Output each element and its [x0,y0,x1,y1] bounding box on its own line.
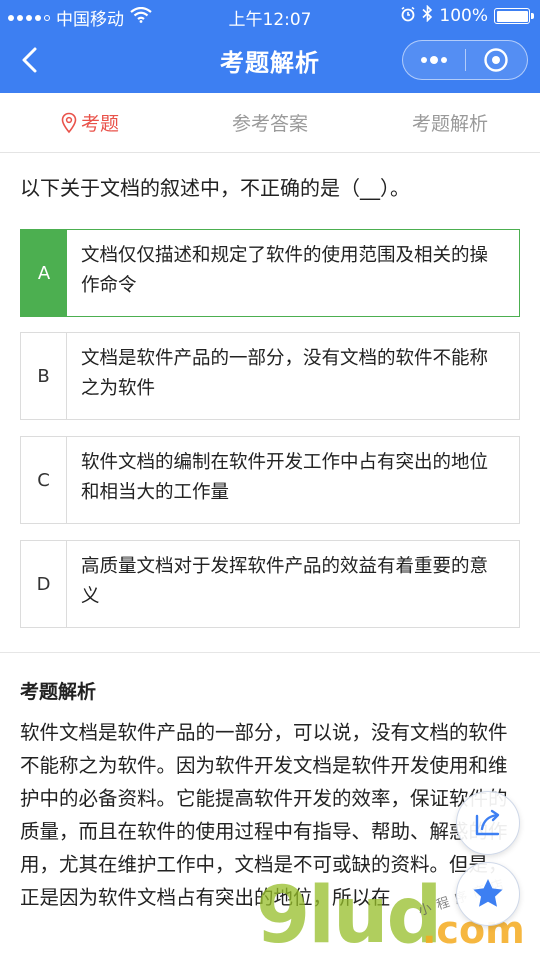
tab-question-label: 考题 [80,113,119,135]
more-button[interactable] [403,41,465,79]
target-icon [484,48,508,72]
tab-question[interactable]: 考题 [0,93,180,152]
option-text: 文档是软件产品的一部分，没有文档的软件不能称之为软件 [81,348,489,399]
analysis-body: 软件文档是软件产品的一部分，可以说，没有文档的软件不能称之为软件。因为软件开发文… [20,721,508,909]
option-letter: D [21,541,67,627]
option-letter: C [21,437,67,523]
section-divider [0,652,540,653]
share-button[interactable] [456,791,520,855]
tab-analysis[interactable]: 考题解析 [360,93,540,152]
location-pin-icon [61,112,77,133]
status-right: 100% [400,4,534,27]
option-b[interactable]: B 文档是软件产品的一部分，没有文档的软件不能称之为软件 [20,332,520,420]
option-text: 文档仅仅描述和规定了软件的使用范围及相关的操作命令 [81,245,489,296]
tab-reference-answer-label: 参考答案 [231,113,308,135]
status-bar: 中国移动 上午12:07 100% [0,0,540,30]
more-dots-icon [420,56,447,64]
option-d[interactable]: D 高质量文档对于发挥软件产品的效益有着重要的意义 [20,540,520,628]
nav-bar: 考题解析 [0,30,540,93]
option-text: 软件文档的编制在软件开发工作中占有突出的地位和相当大的工作量 [81,452,489,503]
option-a[interactable]: A 文档仅仅描述和规定了软件的使用范围及相关的操作命令 [20,229,520,317]
analysis-title: 考题解析 [20,681,97,703]
question-text: 以下关于文档的叙述中，不正确的是（__）。 [20,176,410,200]
tab-reference-answer[interactable]: 参考答案 [180,93,360,152]
battery-percent: 100% [439,6,488,26]
tab-analysis-label: 考题解析 [411,113,488,135]
battery-fill [496,10,528,22]
alarm-icon [400,6,416,27]
option-letter: B [21,333,67,419]
header: 中国移动 上午12:07 100% 考题解析 [0,0,540,93]
option-letter: A [21,230,67,316]
option-c[interactable]: C 软件文档的编制在软件开发工作中占有突出的地位和相当大的工作量 [20,436,520,524]
bluetooth-icon [422,4,433,27]
close-miniprogram-button[interactable] [466,41,528,79]
battery-icon [494,8,534,24]
favorite-button[interactable] [456,862,520,926]
star-icon [473,879,503,907]
option-text: 高质量文档对于发挥软件产品的效益有着重要的意义 [81,556,489,607]
share-icon [475,809,500,836]
miniprogram-capsule [402,40,528,80]
tab-bar: 考题 参考答案 考题解析 [0,93,540,153]
